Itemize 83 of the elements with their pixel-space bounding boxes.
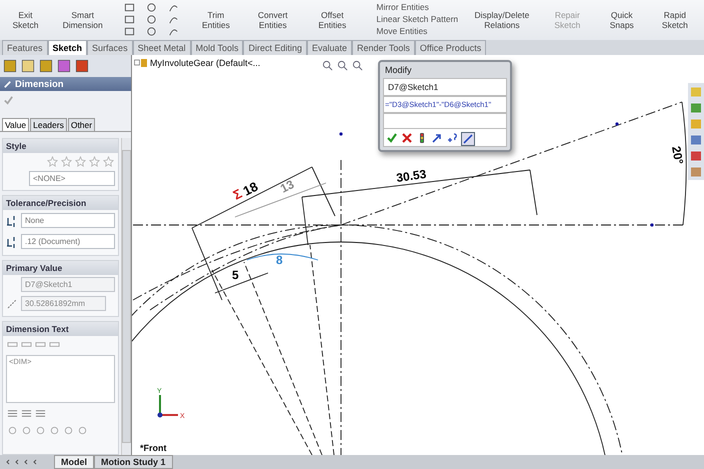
toolbar-button[interactable]: Linear Sketch Pattern <box>362 14 463 25</box>
ribbon-tab[interactable]: Sketch <box>48 40 88 55</box>
symbol-icon[interactable] <box>35 425 46 436</box>
reverse-sense-icon[interactable] <box>446 132 458 144</box>
dimension-line <box>214 272 268 294</box>
view-tool-icon[interactable] <box>352 60 363 71</box>
align-icon[interactable] <box>21 408 32 419</box>
panel-tab-icon[interactable] <box>74 58 90 74</box>
symbol-icon[interactable] <box>77 425 88 436</box>
toolbar-button[interactable]: Trim Entities <box>192 2 240 30</box>
precision-dropdown[interactable]: None <box>21 213 115 228</box>
symbol-icon[interactable] <box>49 425 60 436</box>
ribbon-tab[interactable]: Surfaces <box>87 40 133 55</box>
ribbon-tab[interactable]: Sheet Metal <box>132 40 191 55</box>
toolbar-button[interactable]: Quick Snaps <box>598 2 646 30</box>
sketch-tool-icon[interactable] <box>124 26 136 37</box>
dimension-label[interactable]: 8 <box>276 253 283 267</box>
ribbon-tab[interactable]: Office Products <box>414 40 486 55</box>
extension-line <box>530 170 538 216</box>
precision-dropdown[interactable]: .12 (Document) <box>21 234 115 249</box>
ribbon-tab[interactable]: Render Tools <box>352 40 415 55</box>
close-icon[interactable] <box>401 132 413 144</box>
panel-tab-icon[interactable] <box>2 58 18 74</box>
checkmark-icon[interactable] <box>3 95 14 106</box>
dialog-title: Modify <box>384 64 413 77</box>
sketch-tool-icon[interactable] <box>146 26 158 37</box>
dimension-label[interactable]: 30.53 <box>395 166 428 185</box>
scrollbar[interactable] <box>121 138 131 455</box>
sketch-tool-icon[interactable] <box>146 14 158 25</box>
sketch-tool-icon[interactable] <box>124 2 136 13</box>
toolbar-button[interactable]: Mirror Entities <box>362 2 463 13</box>
sketch-tool-icon[interactable] <box>124 14 136 25</box>
view-tool-icon[interactable] <box>337 60 348 71</box>
section-header[interactable]: Style <box>3 139 118 153</box>
view-tool-icon[interactable] <box>322 60 333 71</box>
text-insert-icon[interactable] <box>21 339 32 350</box>
ok-check-icon[interactable] <box>386 132 398 144</box>
panel-tab[interactable]: Value <box>2 118 30 131</box>
align-icon[interactable] <box>7 408 18 419</box>
text-insert-icon[interactable] <box>7 339 18 350</box>
symbol-icon[interactable] <box>63 425 74 436</box>
style-dropdown[interactable]: <NONE> <box>29 171 115 186</box>
toolbar-button[interactable]: Rapid Sketch <box>650 2 700 30</box>
toolbar-button[interactable]: Exit Sketch <box>4 2 47 30</box>
dimension-label[interactable]: Σ <box>230 186 244 203</box>
text-insert-icon[interactable] <box>49 339 60 350</box>
sketch-tool-icon[interactable] <box>146 2 158 13</box>
toolbar-button[interactable]: Convert Entities <box>243 2 302 30</box>
align-icon[interactable] <box>35 408 46 419</box>
view-label: *Front <box>140 443 166 453</box>
mark-dimension-icon[interactable] <box>461 132 475 146</box>
symbol-icon[interactable] <box>21 425 32 436</box>
ribbon-tab[interactable]: Evaluate <box>307 40 352 55</box>
toolbar-button[interactable]: Display/Delete Relations <box>466 2 537 30</box>
toolbar-button[interactable]: Smart Dimension <box>50 2 114 30</box>
ribbon-tab[interactable]: Features <box>2 40 48 55</box>
panel-tab-icon[interactable] <box>56 58 72 74</box>
text-insert-icon[interactable] <box>35 339 46 350</box>
dimension-label[interactable]: 5 <box>232 268 239 282</box>
coordinate-triad-icon <box>158 395 178 418</box>
symbol-icon[interactable] <box>7 425 18 436</box>
toolbar-button[interactable]: Move Entities <box>362 26 463 37</box>
panel-tab-icon[interactable] <box>38 58 54 74</box>
extension-line <box>302 196 308 246</box>
panel-title: Dimension <box>15 78 64 90</box>
model-tab[interactable]: Motion Study 1 <box>94 455 172 469</box>
panel-tab-icon[interactable] <box>20 58 36 74</box>
model-tab[interactable]: Model <box>54 455 94 469</box>
panel-tab[interactable]: Leaders <box>30 118 67 131</box>
toolbar-button[interactable]: Offset Entities <box>306 2 358 30</box>
section-header[interactable]: Tolerance/Precision <box>3 196 118 210</box>
part-name[interactable]: MyInvoluteGear (Default<... <box>150 58 260 68</box>
panel-tab[interactable]: Other <box>68 118 96 131</box>
section-header[interactable]: Primary Value <box>3 261 118 275</box>
extension-line <box>312 166 336 216</box>
dimension-name: D7@Sketch1 <box>383 78 507 96</box>
part-tree-icon[interactable] <box>134 58 148 68</box>
dimension-label[interactable]: 20° <box>669 145 686 166</box>
ribbon-tab[interactable]: Mold Tools <box>190 40 244 55</box>
dimension-icon <box>3 80 12 88</box>
section-header[interactable]: Dimension Text <box>3 322 118 336</box>
ribbon-tab[interactable]: Direct Editing <box>243 40 307 55</box>
rebuild-arrow-icon[interactable] <box>431 132 443 144</box>
